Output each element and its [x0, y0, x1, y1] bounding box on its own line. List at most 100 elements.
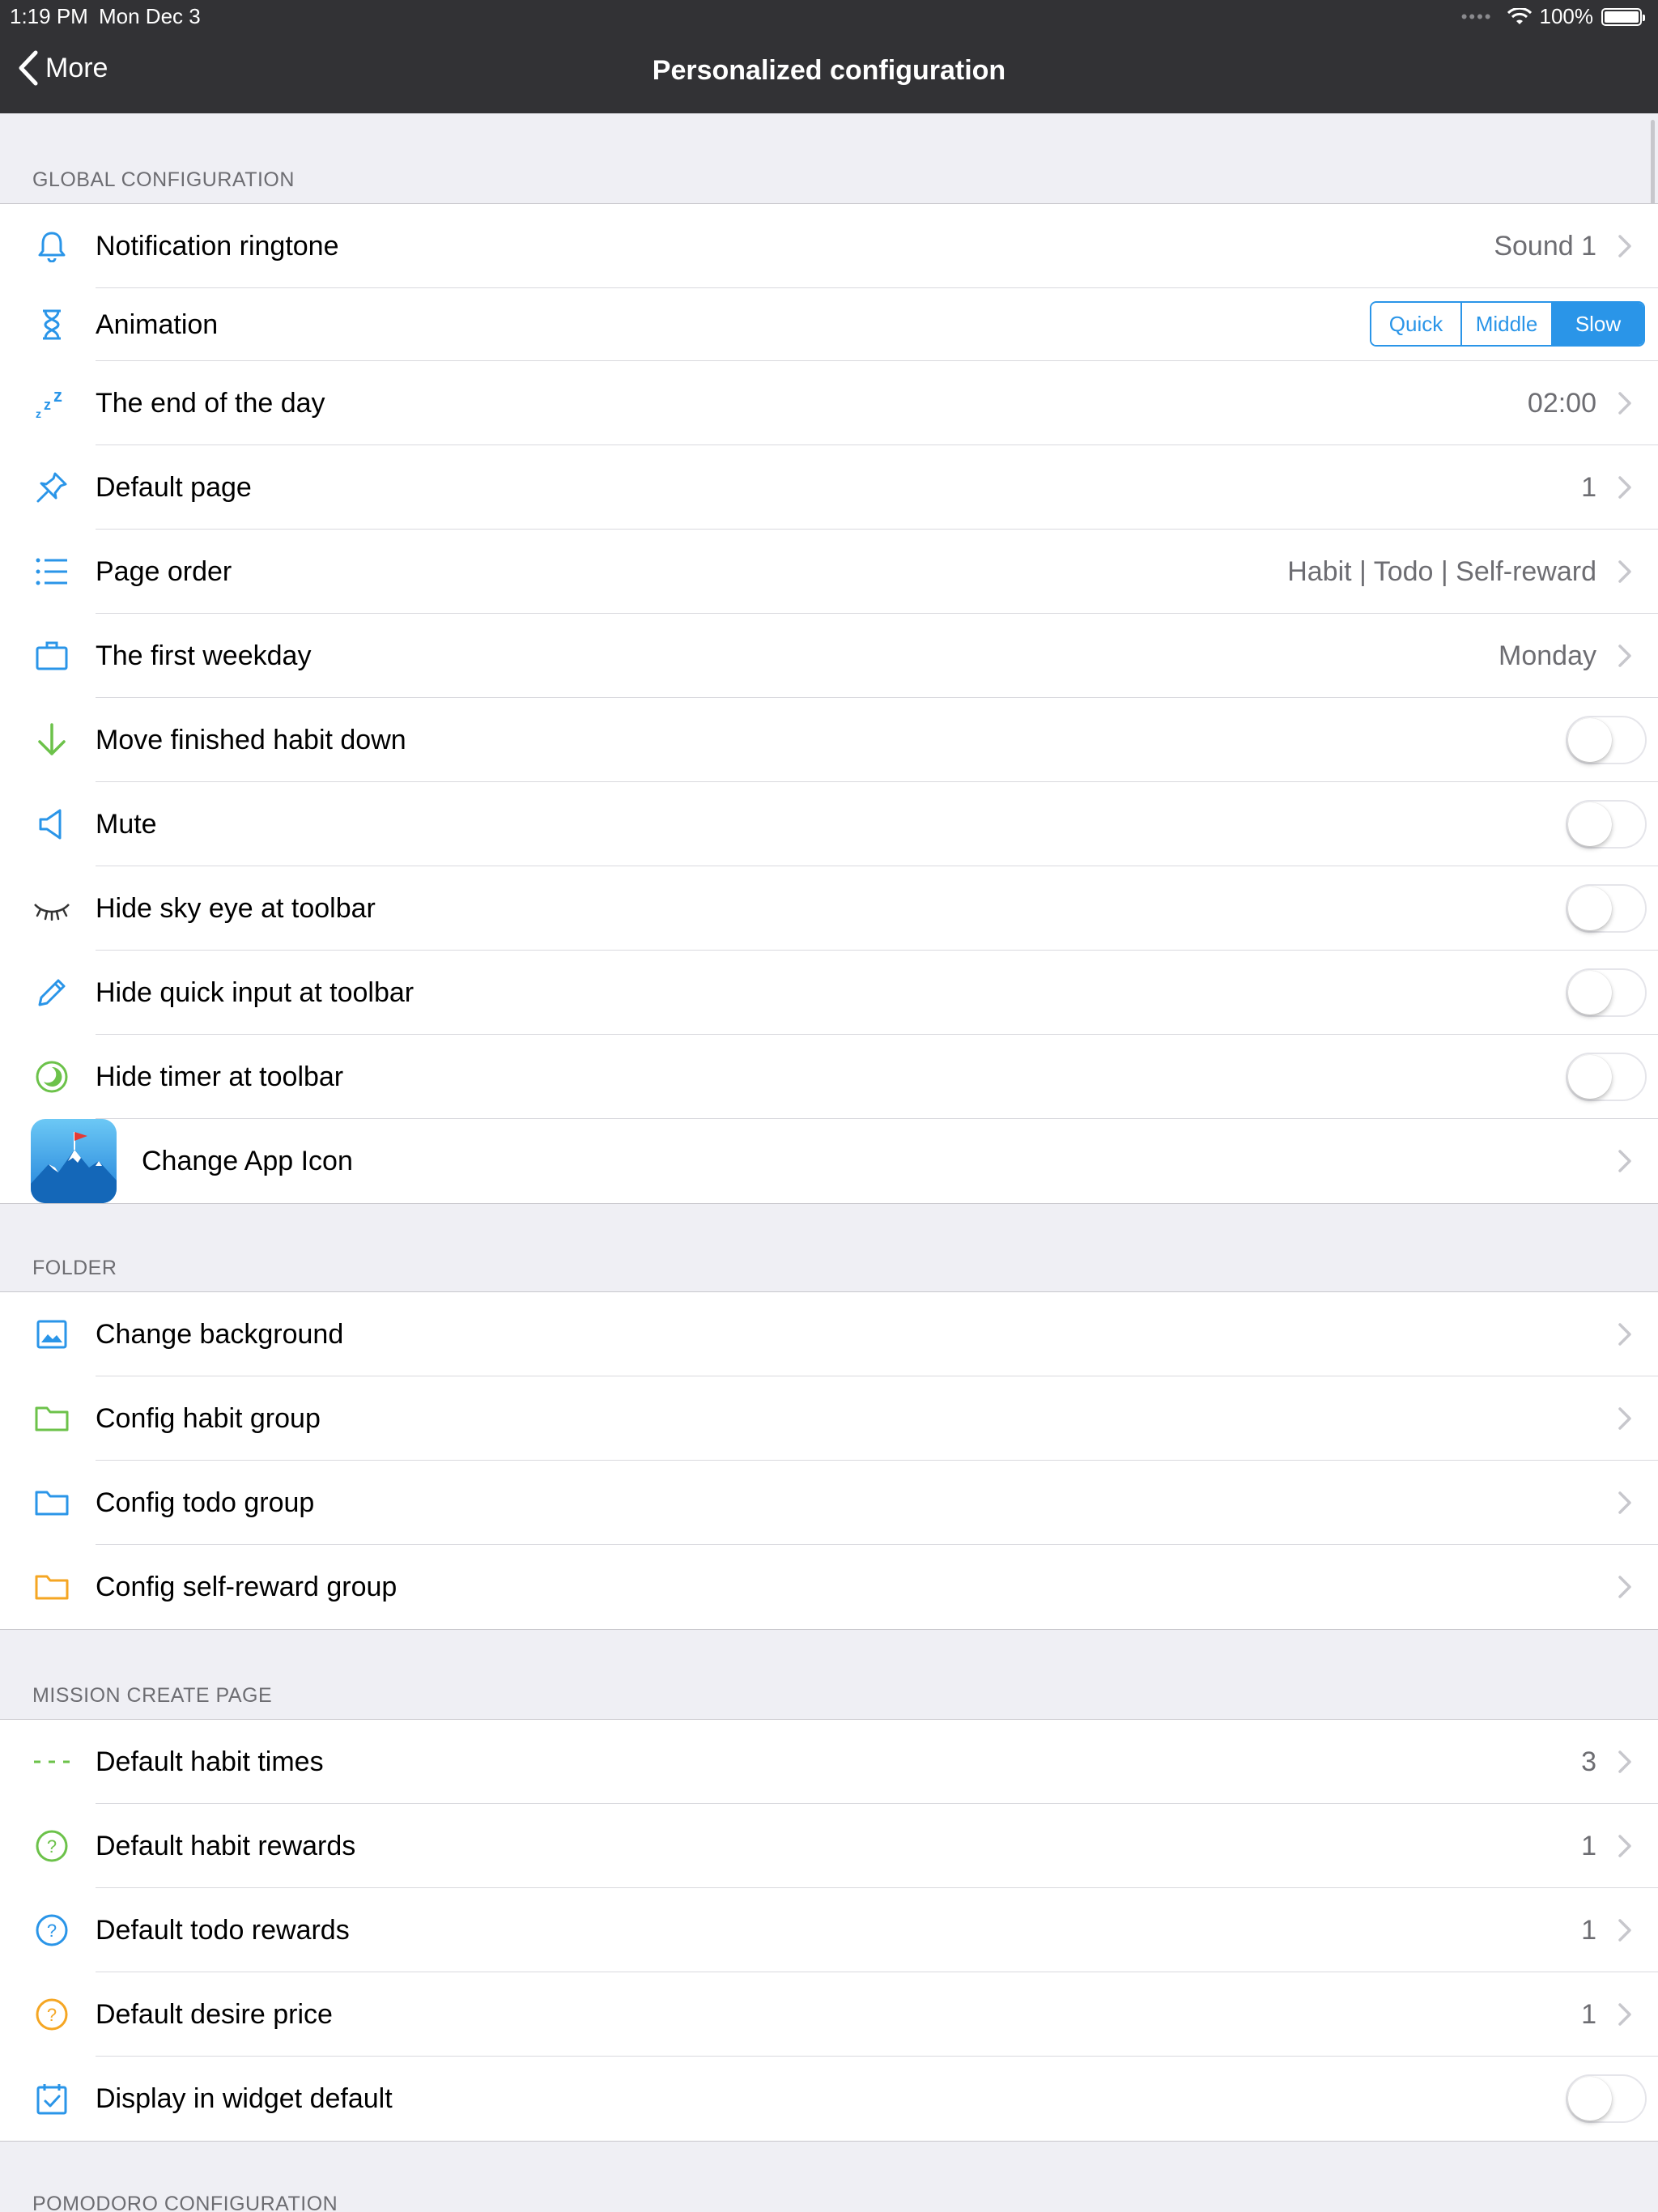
- speaker-icon: [31, 808, 73, 840]
- page-title: Personalized configuration: [652, 55, 1006, 86]
- row-config-self-reward-group[interactable]: Config self-reward group: [0, 1545, 1658, 1629]
- hide-sky-eye-toggle[interactable]: [1566, 884, 1647, 933]
- row-config-habit-group[interactable]: Config habit group: [0, 1376, 1658, 1461]
- row-default-habit-times[interactable]: Default habit times 3: [0, 1720, 1658, 1804]
- row-default-todo-rewards[interactable]: ? Default todo rewards 1: [0, 1888, 1658, 1972]
- row-animation: Animation Quick Middle Slow: [0, 288, 1658, 361]
- svg-text:?: ?: [47, 2005, 57, 2025]
- row-label: Page order: [96, 555, 232, 587]
- chevron-right-icon: [1618, 1150, 1631, 1172]
- row-label: Default habit times: [96, 1746, 324, 1777]
- row-label: Hide quick input at toolbar: [96, 976, 414, 1008]
- pin-icon: [31, 471, 73, 504]
- status-bar: 1:19 PM Mon Dec 3 •••• 100%: [0, 0, 1658, 32]
- row-value: 02:00: [1527, 387, 1596, 419]
- question-circle-icon: ?: [31, 1998, 73, 2031]
- hide-quick-input-toggle[interactable]: [1566, 968, 1647, 1017]
- animation-segmented-control: Quick Middle Slow: [1370, 301, 1645, 347]
- svg-text:?: ?: [47, 1921, 57, 1941]
- chevron-right-icon: [1618, 1750, 1631, 1773]
- row-change-app-icon[interactable]: Change App Icon: [0, 1119, 1658, 1203]
- row-page-order[interactable]: Page order Habit | Todo | Self-reward: [0, 530, 1658, 614]
- hourglass-icon: [31, 308, 73, 341]
- section-title-mission: MISSION CREATE PAGE: [32, 1684, 273, 1707]
- briefcase-icon: [31, 640, 73, 672]
- closed-eye-icon: [31, 892, 73, 925]
- chevron-right-icon: [1618, 1576, 1631, 1598]
- sleep-icon: zzz: [31, 387, 73, 419]
- row-value: 1: [1581, 471, 1596, 503]
- question-circle-icon: ?: [31, 1830, 73, 1862]
- row-label: Notification ringtone: [96, 230, 339, 262]
- chevron-right-icon: [1618, 1835, 1631, 1857]
- chevron-right-icon: [1618, 560, 1631, 583]
- row-value: 3: [1581, 1746, 1596, 1777]
- image-icon: [31, 1318, 73, 1351]
- chevron-right-icon: [1618, 1323, 1631, 1346]
- arrow-down-icon: [31, 723, 73, 756]
- row-label: Default todo rewards: [96, 1914, 350, 1946]
- row-value: 1: [1581, 1830, 1596, 1861]
- row-mute: Mute: [0, 782, 1658, 866]
- display-in-widget-toggle[interactable]: [1566, 2074, 1647, 2123]
- row-label: Move finished habit down: [96, 724, 406, 755]
- row-value: Monday: [1499, 640, 1596, 671]
- group-global: Notification ringtone Sound 1 Animation …: [0, 203, 1658, 1204]
- row-config-todo-group[interactable]: Config todo group: [0, 1461, 1658, 1545]
- pencil-icon: [31, 976, 73, 1009]
- row-hide-sky-eye: Hide sky eye at toolbar: [0, 866, 1658, 951]
- segment-quick[interactable]: Quick: [1371, 303, 1462, 345]
- chevron-right-icon: [1618, 644, 1631, 667]
- row-display-in-widget: Display in widget default: [0, 2057, 1658, 2141]
- row-first-weekday[interactable]: The first weekday Monday: [0, 614, 1658, 698]
- row-hide-timer: Hide timer at toolbar: [0, 1035, 1658, 1119]
- folder-icon: [31, 1487, 73, 1519]
- row-value: Habit | Todo | Self-reward: [1287, 555, 1596, 587]
- status-time: 1:19 PM: [10, 4, 88, 28]
- row-default-desire-price[interactable]: ? Default desire price 1: [0, 1972, 1658, 2057]
- row-default-habit-rewards[interactable]: ? Default habit rewards 1: [0, 1804, 1658, 1888]
- calendar-check-icon: [31, 2082, 73, 2115]
- signal-dots: ••••: [1460, 6, 1493, 27]
- chevron-right-icon: [1618, 1919, 1631, 1942]
- group-folder: Change background Config habit group Con…: [0, 1291, 1658, 1630]
- status-date: Mon Dec 3: [99, 4, 201, 28]
- hide-timer-toggle[interactable]: [1566, 1053, 1647, 1101]
- row-hide-quick-input: Hide quick input at toolbar: [0, 951, 1658, 1035]
- svg-text:z: z: [44, 397, 51, 413]
- battery-percent: 100%: [1539, 4, 1594, 28]
- row-label: Default habit rewards: [96, 1830, 356, 1861]
- move-finished-toggle[interactable]: [1566, 716, 1647, 764]
- row-label: Display in widget default: [96, 2082, 393, 2114]
- segment-slow[interactable]: Slow: [1553, 303, 1643, 345]
- list-icon: [31, 555, 73, 588]
- row-end-of-day[interactable]: zzz The end of the day 02:00: [0, 361, 1658, 445]
- section-title-global: GLOBAL CONFIGURATION: [32, 168, 295, 191]
- row-label: Config self-reward group: [96, 1571, 397, 1602]
- row-label: Default desire price: [96, 1998, 333, 2030]
- row-change-background[interactable]: Change background: [0, 1292, 1658, 1376]
- row-notification-ringtone[interactable]: Notification ringtone Sound 1: [0, 204, 1658, 288]
- row-label: Hide sky eye at toolbar: [96, 892, 376, 924]
- timer-icon: [31, 1061, 73, 1093]
- segment-middle[interactable]: Middle: [1462, 303, 1553, 345]
- mute-toggle[interactable]: [1566, 800, 1647, 849]
- group-mission: Default habit times 3 ? Default habit re…: [0, 1719, 1658, 2142]
- chevron-right-icon: [1618, 1407, 1631, 1430]
- row-label: Change background: [96, 1318, 344, 1350]
- dashes-icon: [31, 1746, 73, 1778]
- app-icon: [31, 1119, 117, 1203]
- battery-icon: [1601, 7, 1645, 26]
- folder-icon: [31, 1402, 73, 1435]
- row-label: Mute: [96, 808, 157, 840]
- section-title-folder: FOLDER: [32, 1257, 117, 1279]
- row-value: Sound 1: [1494, 230, 1596, 262]
- row-label: Default page: [96, 471, 252, 503]
- chevron-right-icon: [1618, 2003, 1631, 2026]
- bell-icon: [31, 230, 73, 262]
- row-default-page[interactable]: Default page 1: [0, 445, 1658, 530]
- svg-text:?: ?: [47, 1836, 57, 1857]
- row-move-finished-habit: Move finished habit down: [0, 698, 1658, 782]
- row-label: Config todo group: [96, 1487, 315, 1518]
- row-value: 1: [1581, 1998, 1596, 2030]
